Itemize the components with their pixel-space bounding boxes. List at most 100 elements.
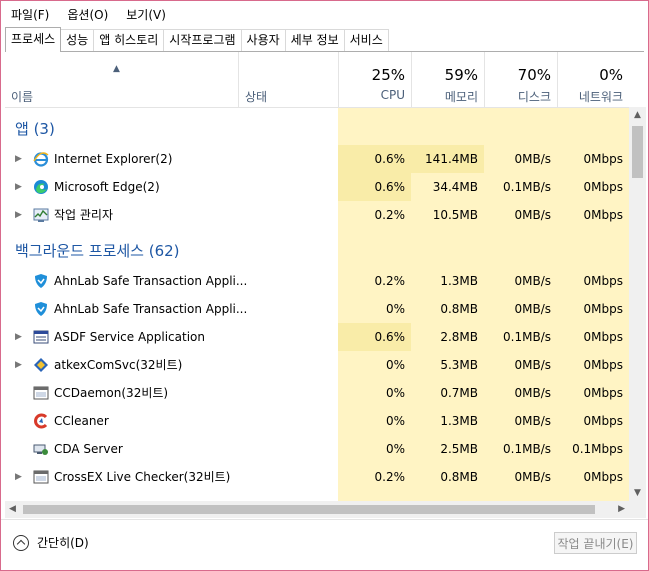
process-name: Microsoft Edge(2) <box>54 180 160 194</box>
disk-value: 0MB/s <box>514 414 551 428</box>
memory-value: 141.4MB <box>411 145 484 173</box>
memory-value: 2.5MB <box>440 442 478 456</box>
expand-chevron-icon[interactable]: ▶ <box>15 201 22 229</box>
cpu-value: 0% <box>385 414 405 428</box>
cpu-value: 0% <box>385 442 405 456</box>
network-value: 0Mbps <box>583 330 623 344</box>
network-value: 0Mbps <box>583 302 623 316</box>
tab-details[interactable]: 세부 정보 <box>284 29 345 51</box>
network-value: 0Mbps <box>583 208 623 222</box>
disk-value: 0MB/s <box>514 208 551 222</box>
end-task-button[interactable]: 작업 끝내기(E) <box>554 532 637 554</box>
disk-value: 0.1MB/s <box>503 180 551 194</box>
header-cpu[interactable]: 25% CPU <box>338 52 411 107</box>
disk-value: 0MB/s <box>514 274 551 288</box>
fewer-details-button[interactable]: 간단히(D) <box>13 534 89 551</box>
vertical-scroll-thumb[interactable] <box>632 126 643 178</box>
disk-value: 0MB/s <box>514 358 551 372</box>
memory-value: 10.5MB <box>432 208 478 222</box>
cpu-total: 25% <box>371 66 405 84</box>
process-row[interactable]: AhnLab Safe Transaction Appli... 0.2% 1.… <box>5 267 629 295</box>
memory-value: 2.8MB <box>440 330 478 344</box>
expand-chevron-icon[interactable]: ▶ <box>15 351 22 379</box>
header-name-label: 이름 <box>11 90 34 104</box>
process-row[interactable]: CCleaner 0% 1.3MB 0MB/s 0Mbps <box>5 407 629 435</box>
process-row[interactable]: ▶ atkexComSvc(32비트) 0% 5.3MB 0MB/s 0Mbps <box>5 351 629 379</box>
scroll-left-icon[interactable]: ◀ <box>9 501 16 518</box>
disk-total: 70% <box>517 66 551 84</box>
process-row[interactable]: ▶ Internet Explorer(2) 0.6% 141.4MB 0MB/… <box>5 145 629 173</box>
header-status[interactable]: 상태 <box>238 52 338 107</box>
network-value: 0Mbps <box>583 180 623 194</box>
memory-value: 0.7MB <box>440 386 478 400</box>
horizontal-scrollbar[interactable]: ◀ ▶ <box>5 501 629 518</box>
memory-value: 1.3MB <box>440 274 478 288</box>
chevron-up-circle-icon <box>13 534 29 551</box>
cpu-value: 0.2% <box>374 274 406 288</box>
disk-value: 0MB/s <box>514 302 551 316</box>
disk-value: 0MB/s <box>514 386 551 400</box>
header-name[interactable]: ▲ 이름 <box>5 52 238 107</box>
network-value: 0Mbps <box>583 152 623 166</box>
scroll-down-icon[interactable]: ▼ <box>629 488 646 498</box>
disk-label: 디스크 <box>517 90 551 104</box>
vertical-scrollbar[interactable]: ▲ ▼ <box>629 107 646 501</box>
tab-services[interactable]: 서비스 <box>343 29 389 51</box>
cpu-value: 0.6% <box>338 173 411 201</box>
task-manager-icon <box>33 208 49 222</box>
network-label: 네트워크 <box>578 90 623 104</box>
disk-value: 0.1MB/s <box>503 442 551 456</box>
column-header: ▲ 이름 상태 25% CPU 59% 메모리 70% 디스크 0% 네트워크 <box>5 52 629 108</box>
generic-window-icon <box>33 470 49 484</box>
memory-value: 0.8MB <box>440 470 478 484</box>
cpu-label: CPU <box>380 88 405 102</box>
memory-value: 5.3MB <box>440 358 478 372</box>
cpu-value: 0.2% <box>374 470 406 484</box>
sort-up-icon: ▲ <box>113 64 120 74</box>
process-name: CrossEX Live Checker(32비트) <box>54 470 231 484</box>
cpu-value: 0% <box>385 302 405 316</box>
scrollbar-corner <box>629 501 646 518</box>
disk-value: 0MB/s <box>514 470 551 484</box>
menu-options[interactable]: 옵션(O) <box>57 6 116 23</box>
generic-window-icon <box>33 386 49 400</box>
process-row[interactable]: ▶ 작업 관리자 0.2% 10.5MB 0MB/s 0Mbps <box>5 201 629 229</box>
menu-file[interactable]: 파일(F) <box>1 6 57 23</box>
process-row[interactable]: CDA Server 0% 2.5MB 0.1MB/s 0.1Mbps <box>5 435 629 463</box>
process-row[interactable]: AhnLab Safe Transaction Appli... 0% 0.8M… <box>5 295 629 323</box>
cpu-value: 0.2% <box>374 208 406 222</box>
tab-performance[interactable]: 성능 <box>60 29 95 51</box>
scroll-right-icon[interactable]: ▶ <box>618 501 625 518</box>
network-value: 0Mbps <box>583 414 623 428</box>
header-memory[interactable]: 59% 메모리 <box>411 52 484 107</box>
expand-chevron-icon[interactable]: ▶ <box>15 145 22 173</box>
process-name: AhnLab Safe Transaction Appli... <box>54 302 248 316</box>
memory-value: 1.3MB <box>440 414 478 428</box>
process-row[interactable]: CCDaemon(32비트) 0% 0.7MB 0MB/s 0Mbps <box>5 379 629 407</box>
horizontal-scroll-thumb[interactable] <box>23 505 595 514</box>
cpu-value: 0% <box>385 386 405 400</box>
group-header-apps[interactable]: 앱 (3) <box>5 115 629 143</box>
memory-label: 메모리 <box>444 90 478 104</box>
tab-processes[interactable]: 프로세스 <box>5 27 62 52</box>
ahnlab-shield-icon <box>35 302 47 316</box>
header-disk[interactable]: 70% 디스크 <box>484 52 557 107</box>
process-row[interactable]: ▶ ASDF Service Application 0.6% 2.8MB 0.… <box>5 323 629 351</box>
group-header-background[interactable]: 백그라운드 프로세스 (62) <box>5 237 629 265</box>
tab-users[interactable]: 사용자 <box>240 29 286 51</box>
tab-startup[interactable]: 시작프로그램 <box>163 29 242 51</box>
process-row[interactable]: ▶ Microsoft Edge(2) 0.6% 34.4MB 0.1MB/s … <box>5 173 629 201</box>
scroll-up-icon[interactable]: ▲ <box>629 110 646 120</box>
expand-chevron-icon[interactable]: ▶ <box>15 173 22 201</box>
process-row[interactable]: ▶ CrossEX Live Checker(32비트) 0.2% 0.8MB … <box>5 463 629 491</box>
menu-bar: 파일(F) 옵션(O) 보기(V) <box>1 1 648 27</box>
tab-app-history[interactable]: 앱 히스토리 <box>93 29 165 51</box>
header-network[interactable]: 0% 네트워크 <box>557 52 629 107</box>
memory-value: 34.4MB <box>432 180 478 194</box>
network-value: 0Mbps <box>583 274 623 288</box>
process-name: CDA Server <box>54 442 123 456</box>
expand-chevron-icon[interactable]: ▶ <box>15 323 22 351</box>
fewer-details-label: 간단히(D) <box>37 536 89 550</box>
expand-chevron-icon[interactable]: ▶ <box>15 463 22 491</box>
menu-view[interactable]: 보기(V) <box>116 6 174 23</box>
